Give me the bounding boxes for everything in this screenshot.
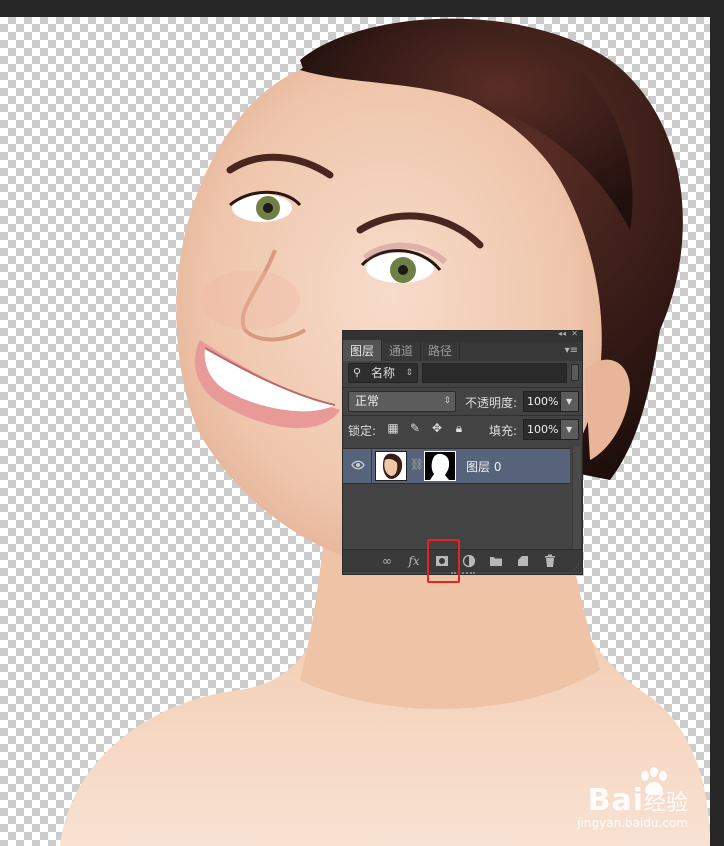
lock-row: 锁定: ▦ ✎ ✥ 🔒︎ 填充: 100% ▼	[343, 419, 582, 441]
lock-image-pixels-icon[interactable]: ✎	[408, 421, 422, 435]
updown-arrows-icon: ⇕	[405, 368, 413, 378]
blend-mode-value: 正常	[355, 394, 380, 408]
chevron-down-icon: ▼	[566, 397, 573, 406]
lock-position-icon[interactable]: ✥	[430, 421, 444, 435]
blend-mode-select[interactable]: 正常 ⇕	[348, 391, 456, 412]
layer-name[interactable]: 图层 0	[466, 458, 501, 475]
scrollbar-thumb[interactable]	[573, 447, 581, 549]
close-panel-icon[interactable]: ✕	[571, 329, 578, 338]
new-layer-icon[interactable]	[516, 554, 530, 568]
layer-row[interactable]: ⛓︎ 图层 0	[343, 448, 570, 484]
layers-panel: ◂◂ ✕ 图层 通道 路径 ▾≡ ⚲ 名称 ⇕ 正常 ⇕ 不透明度: 100% …	[342, 329, 583, 575]
divider	[343, 415, 582, 416]
lock-transparent-pixels-icon[interactable]: ▦	[386, 421, 400, 435]
lock-label: 锁定:	[348, 424, 377, 438]
eye-icon	[351, 460, 365, 470]
fill-dropdown-button[interactable]: ▼	[560, 420, 578, 439]
layer-list-scrollbar[interactable]	[572, 447, 582, 549]
filter-toggle-switch[interactable]	[571, 364, 579, 381]
collapse-panel-icon[interactable]: ◂◂	[558, 329, 566, 338]
folder-icon[interactable]	[489, 554, 503, 568]
layer-thumbnail[interactable]	[375, 451, 407, 481]
tab-channels[interactable]: 通道	[382, 340, 422, 361]
link-layers-icon[interactable]: ∞	[380, 554, 394, 568]
trash-icon[interactable]	[543, 554, 557, 568]
blend-row: 正常 ⇕ 不透明度: 100% ▼	[343, 391, 582, 413]
layers-bottom-toolbar: ∞ fx ⋰	[343, 549, 582, 572]
resize-grip-icon[interactable]: ⋰	[573, 563, 580, 571]
mask-link-icon[interactable]: ⛓︎	[410, 458, 424, 471]
add-mask-highlight	[427, 539, 460, 583]
baidu-paw-logo	[641, 767, 668, 796]
tab-paths[interactable]: 路径	[421, 340, 461, 361]
filter-row: ⚲ 名称 ⇕	[343, 363, 582, 385]
fx-icon[interactable]: fx	[407, 554, 421, 568]
opacity-label: 不透明度:	[465, 396, 518, 410]
filter-kind-label: 名称	[371, 366, 396, 380]
watermark-url: jingyan.baidu.com	[577, 816, 688, 830]
panel-menu-icon[interactable]: ▾≡	[565, 345, 578, 356]
opacity-field[interactable]: 100% ▼	[523, 391, 579, 412]
layer-list: ⛓︎ 图层 0	[343, 447, 572, 549]
baidu-watermark: Bai经验 jingyan.baidu.com	[577, 767, 688, 830]
search-icon: ⚲	[353, 366, 362, 379]
layer-mask-thumbnail[interactable]	[424, 451, 456, 481]
divider	[343, 387, 582, 388]
panel-tabs: 图层 通道 路径 ▾≡	[343, 340, 582, 361]
updown-arrows-icon: ⇕	[443, 396, 451, 406]
watermark-brand: Bai	[587, 783, 644, 818]
visibility-toggle[interactable]	[343, 449, 372, 483]
lock-all-icon[interactable]: 🔒︎	[452, 421, 466, 435]
opacity-dropdown-button[interactable]: ▼	[560, 392, 578, 411]
fill-field[interactable]: 100% ▼	[523, 419, 579, 440]
right-scrollbar[interactable]	[710, 0, 724, 846]
fill-value: 100%	[527, 423, 559, 436]
opacity-value: 100%	[527, 395, 559, 408]
filter-kind-select[interactable]: ⚲ 名称 ⇕	[348, 363, 418, 383]
top-scrollbar	[0, 0, 724, 17]
chevron-down-icon: ▼	[566, 425, 573, 434]
tab-layers[interactable]: 图层	[343, 340, 383, 361]
adjustment-layer-icon[interactable]	[462, 554, 476, 568]
fill-label: 填充:	[489, 424, 518, 438]
filter-search-input[interactable]	[422, 363, 567, 383]
